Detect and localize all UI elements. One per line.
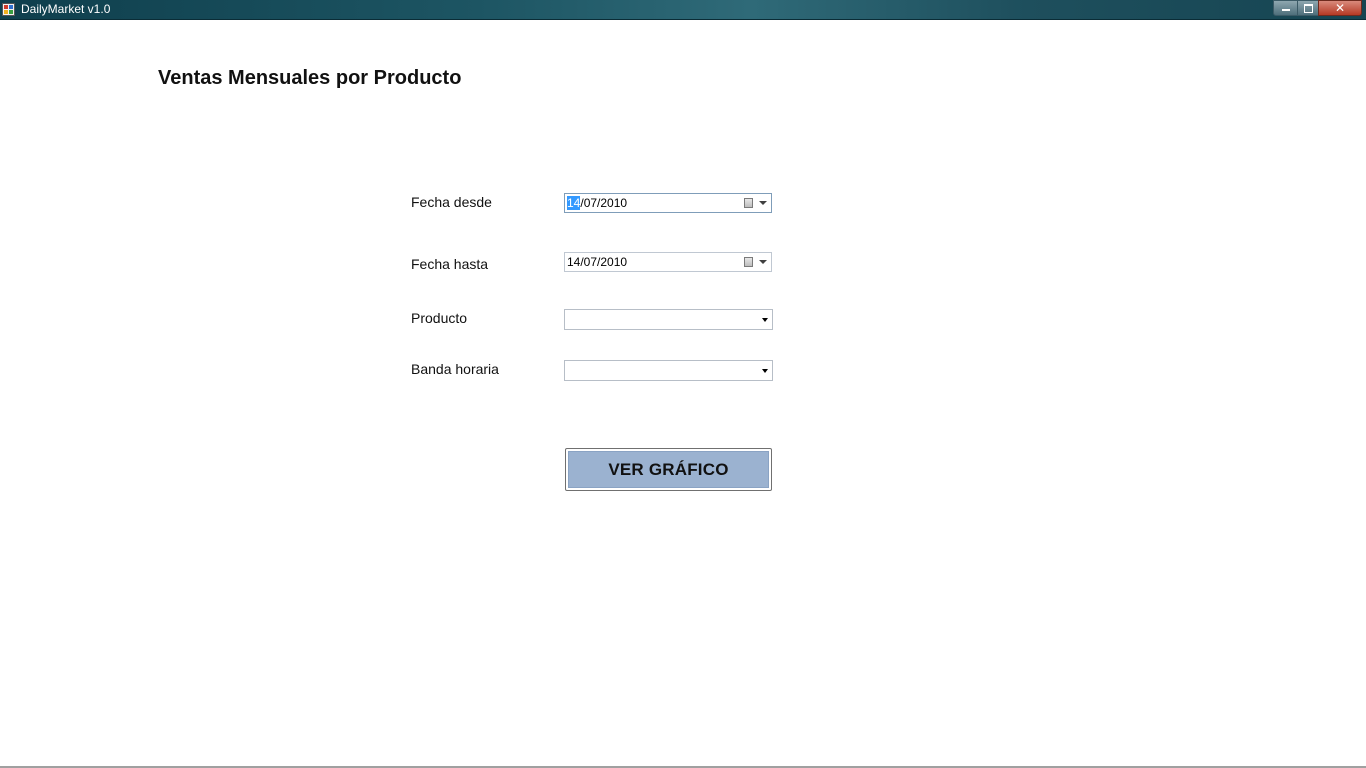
window-title: DailyMarket v1.0 <box>21 2 111 16</box>
ver-grafico-label[interactable]: VER GRÁFICO <box>568 451 769 488</box>
banda-horaria-combobox[interactable] <box>564 360 773 381</box>
calendar-icon[interactable] <box>744 257 753 267</box>
calendar-icon[interactable] <box>744 198 753 208</box>
fecha-desde-month-year[interactable]: /07/2010 <box>580 196 627 210</box>
chevron-down-icon[interactable] <box>759 260 767 264</box>
fecha-hasta-value[interactable]: 14/07/2010 <box>567 255 627 269</box>
fecha-desde-datepicker[interactable]: 14/07/2010 <box>564 193 772 213</box>
window-controls: ✕ <box>1273 0 1362 17</box>
ver-grafico-button[interactable]: VER GRÁFICO <box>565 448 772 491</box>
fecha-hasta-label: Fecha hasta <box>411 256 489 272</box>
close-icon: ✕ <box>1334 1 1346 15</box>
maximize-button[interactable] <box>1297 0 1319 16</box>
chevron-down-icon[interactable] <box>762 318 768 322</box>
producto-combobox[interactable] <box>564 309 773 330</box>
minimize-button[interactable] <box>1273 0 1298 16</box>
chevron-down-icon[interactable] <box>762 369 768 373</box>
banda-horaria-label: Banda horaria <box>411 361 499 377</box>
chevron-down-icon[interactable] <box>759 201 767 205</box>
minimize-icon <box>1281 9 1290 11</box>
restore-icon <box>1303 4 1313 13</box>
fecha-desde-label: Fecha desde <box>411 194 492 210</box>
producto-label: Producto <box>411 310 468 326</box>
close-button[interactable]: ✕ <box>1318 0 1362 16</box>
fecha-desde-day-selected[interactable]: 14 <box>567 196 581 210</box>
window-titlebar[interactable]: DailyMarket v1.0 ✕ <box>0 0 1366 20</box>
fecha-hasta-datepicker[interactable]: 14/07/2010 <box>564 252 772 272</box>
fecha-desde-value[interactable]: 14/07/2010 <box>567 196 627 210</box>
page-title: Ventas Mensuales por Producto <box>158 67 462 89</box>
app-icon[interactable] <box>2 3 15 16</box>
